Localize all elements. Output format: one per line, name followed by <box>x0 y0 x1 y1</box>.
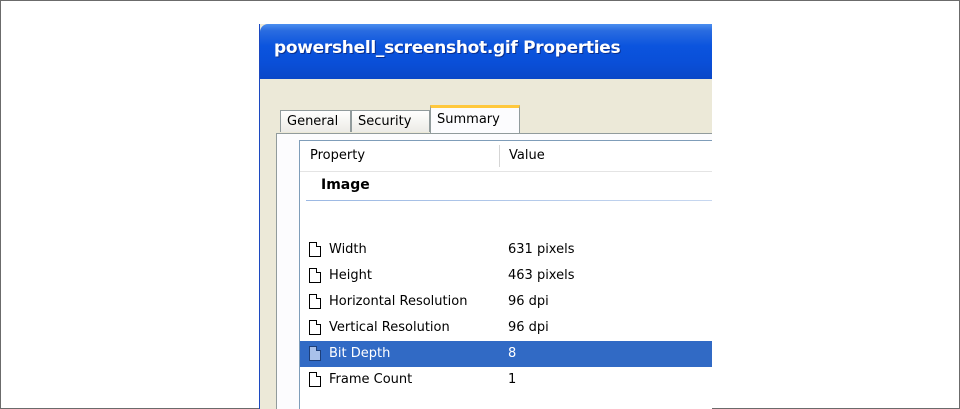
property-value: 463 pixels <box>508 268 575 283</box>
property-name: Bit Depth <box>329 346 391 361</box>
property-value: 631 pixels <box>508 242 575 257</box>
property-name: Vertical Resolution <box>329 320 450 335</box>
property-list[interactable]: Property Value Image Width 631 pixels He… <box>299 140 712 409</box>
document-icon <box>309 268 321 283</box>
list-header: Property Value <box>300 141 712 172</box>
document-icon <box>309 372 321 387</box>
tab-summary[interactable]: Summary <box>430 105 520 134</box>
property-name: Frame Count <box>329 372 413 387</box>
list-row-width[interactable]: Width 631 pixels <box>300 237 712 263</box>
list-row-height[interactable]: Height 463 pixels <box>300 263 712 289</box>
property-name: Width <box>329 242 367 257</box>
property-value: 1 <box>508 372 517 387</box>
window-title: powershell_screenshot.gif Properties <box>274 38 621 58</box>
list-row-frame-count[interactable]: Frame Count 1 <box>300 367 712 393</box>
list-row-vertical-resolution[interactable]: Vertical Resolution 96 dpi <box>300 315 712 341</box>
property-value: 8 <box>508 346 517 361</box>
document-icon <box>309 294 321 309</box>
property-value: 96 dpi <box>508 320 549 335</box>
group-title-image: Image <box>321 177 370 193</box>
properties-dialog: powershell_screenshot.gif Properties Gen… <box>259 24 712 409</box>
group-divider <box>306 200 712 201</box>
tab-general[interactable]: General <box>280 110 351 132</box>
document-icon <box>309 242 321 257</box>
tab-security[interactable]: Security <box>351 110 430 132</box>
property-name: Horizontal Resolution <box>329 294 468 309</box>
document-icon <box>309 346 321 361</box>
list-row-bit-depth[interactable]: Bit Depth 8 <box>300 341 712 367</box>
tab-strip: General Security Summary <box>260 79 712 139</box>
title-bar[interactable]: powershell_screenshot.gif Properties <box>260 24 712 79</box>
column-header-property[interactable]: Property <box>310 141 365 171</box>
document-icon <box>309 320 321 335</box>
list-row-horizontal-resolution[interactable]: Horizontal Resolution 96 dpi <box>300 289 712 315</box>
property-value: 96 dpi <box>508 294 549 309</box>
property-name: Height <box>329 268 372 283</box>
column-divider[interactable] <box>499 145 500 167</box>
column-header-value[interactable]: Value <box>509 141 545 171</box>
